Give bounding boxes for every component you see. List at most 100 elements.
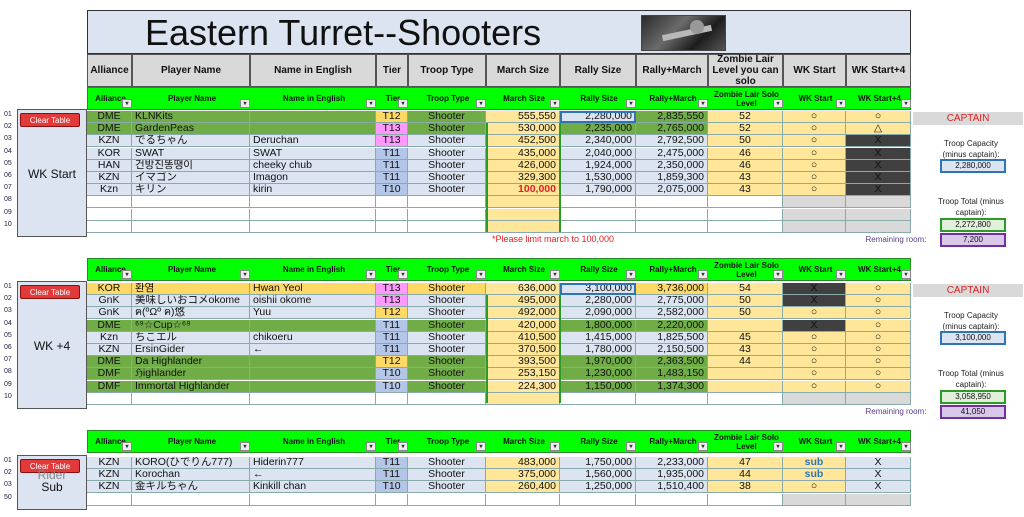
- cell-10[interactable]: ○: [846, 307, 911, 320]
- cell-8[interactable]: 54: [708, 283, 783, 295]
- cell-4[interactable]: [408, 220, 486, 233]
- filter-dropdown[interactable]: ▾: [698, 442, 708, 451]
- cell-6[interactable]: 2,340,000: [560, 135, 636, 148]
- cell-1[interactable]: ちこエル: [132, 331, 250, 344]
- filter-dropdown[interactable]: ▾: [550, 270, 560, 279]
- cell-10[interactable]: ○: [846, 111, 911, 123]
- cell-8[interactable]: 45: [708, 331, 783, 344]
- filter-dropdown[interactable]: ▾: [698, 270, 708, 279]
- cell-6[interactable]: 1,560,000: [560, 469, 636, 482]
- filter-dropdown[interactable]: ▾: [476, 270, 486, 279]
- cell-0[interactable]: DMF: [87, 380, 132, 393]
- cell-6[interactable]: 2,090,000: [560, 307, 636, 320]
- cell-7[interactable]: 2,582,000: [636, 307, 708, 320]
- cell-7[interactable]: [636, 493, 708, 506]
- cell-4[interactable]: Shooter: [408, 283, 486, 295]
- cell-9[interactable]: ○: [783, 172, 846, 184]
- cell-1[interactable]: [132, 392, 250, 405]
- cell-6[interactable]: [560, 392, 636, 405]
- cell-2[interactable]: [250, 208, 376, 221]
- cell-7[interactable]: 1,935,000: [636, 469, 708, 482]
- cell-3[interactable]: T11: [376, 319, 408, 332]
- cell-2[interactable]: Kinkill chan: [250, 481, 376, 494]
- cell-1[interactable]: でるちゃん: [132, 135, 250, 148]
- cell-1[interactable]: 金キルちゃん: [132, 481, 250, 494]
- cell-4[interactable]: Shooter: [408, 172, 486, 184]
- cell-0[interactable]: DMF: [87, 368, 132, 381]
- clear-table-button[interactable]: Clear Table: [20, 113, 80, 127]
- cell-3[interactable]: T10: [376, 380, 408, 393]
- cell-5[interactable]: 483,000: [486, 457, 560, 469]
- cell-0[interactable]: [87, 493, 132, 506]
- cell-9[interactable]: ○: [783, 331, 846, 344]
- filter-dropdown[interactable]: ▾: [122, 99, 132, 108]
- cell-6[interactable]: 1,415,000: [560, 331, 636, 344]
- cell-9[interactable]: ○: [783, 368, 846, 381]
- cell-1[interactable]: ⁶⁹☆Cup☆⁶⁹: [132, 319, 250, 332]
- cell-0[interactable]: KZN: [87, 469, 132, 482]
- cell-0[interactable]: DME: [87, 111, 132, 123]
- cell-5[interactable]: 375,000: [486, 469, 560, 482]
- filter-dropdown[interactable]: ▾: [398, 99, 408, 108]
- cell-4[interactable]: [408, 493, 486, 506]
- cell-10[interactable]: △: [846, 123, 911, 136]
- cell-6[interactable]: [560, 196, 636, 209]
- filter-dropdown[interactable]: ▾: [550, 442, 560, 451]
- cell-7[interactable]: 3,736,000: [636, 283, 708, 295]
- cell-2[interactable]: [250, 123, 376, 136]
- cell-6[interactable]: 1,780,000: [560, 344, 636, 356]
- cell-7[interactable]: 2,775,000: [636, 295, 708, 308]
- cell-3[interactable]: T12: [376, 307, 408, 320]
- filter-dropdown[interactable]: ▾: [698, 99, 708, 108]
- cell-5[interactable]: [486, 493, 560, 506]
- cell-2[interactable]: Yuu: [250, 307, 376, 320]
- cell-6[interactable]: [560, 220, 636, 233]
- filter-dropdown[interactable]: ▾: [240, 442, 250, 451]
- cell-10[interactable]: X: [846, 481, 911, 494]
- cell-10[interactable]: ○: [846, 283, 911, 295]
- cell-10[interactable]: [846, 493, 911, 506]
- cell-8[interactable]: 38: [708, 481, 783, 494]
- cell-8[interactable]: 50: [708, 307, 783, 320]
- cell-4[interactable]: Shooter: [408, 368, 486, 381]
- filter-dropdown[interactable]: ▾: [240, 270, 250, 279]
- cell-1[interactable]: [132, 220, 250, 233]
- cell-3[interactable]: [376, 220, 408, 233]
- cell-1[interactable]: 환염: [132, 283, 250, 295]
- cell-0[interactable]: KZN: [87, 172, 132, 184]
- cell-5[interactable]: 260,400: [486, 481, 560, 494]
- cell-9[interactable]: [783, 196, 846, 209]
- cell-3[interactable]: T13: [376, 135, 408, 148]
- cell-8[interactable]: [708, 392, 783, 405]
- cell-6[interactable]: 1,230,000: [560, 368, 636, 381]
- cell-4[interactable]: Shooter: [408, 307, 486, 320]
- cell-9[interactable]: ○: [783, 147, 846, 160]
- filter-dropdown[interactable]: ▾: [901, 442, 911, 451]
- filter-dropdown[interactable]: ▾: [366, 442, 376, 451]
- filter-dropdown[interactable]: ▾: [122, 442, 132, 451]
- cell-2[interactable]: [250, 220, 376, 233]
- cell-6[interactable]: 2,280,000: [560, 295, 636, 308]
- cell-7[interactable]: 2,363,500: [636, 356, 708, 369]
- cell-10[interactable]: X: [846, 469, 911, 482]
- cell-4[interactable]: Shooter: [408, 344, 486, 356]
- filter-dropdown[interactable]: ▾: [550, 99, 560, 108]
- cell-1[interactable]: Da Highlander: [132, 356, 250, 369]
- cell-0[interactable]: KOR: [87, 283, 132, 295]
- cell-9[interactable]: [783, 392, 846, 405]
- cell-7[interactable]: 1,859,300: [636, 172, 708, 184]
- cell-2[interactable]: ←: [250, 344, 376, 356]
- cell-2[interactable]: [250, 356, 376, 369]
- cell-0[interactable]: [87, 196, 132, 209]
- cell-8[interactable]: 43: [708, 184, 783, 197]
- filter-dropdown[interactable]: ▾: [476, 99, 486, 108]
- filter-dropdown[interactable]: ▾: [476, 442, 486, 451]
- cell-2[interactable]: Hwan Yeol: [250, 283, 376, 295]
- cell-7[interactable]: 1,825,500: [636, 331, 708, 344]
- cell-0[interactable]: KZN: [87, 344, 132, 356]
- cell-10[interactable]: ○: [846, 295, 911, 308]
- cell-5[interactable]: 555,550: [486, 111, 560, 123]
- cell-0[interactable]: Kzn: [87, 184, 132, 197]
- cell-6[interactable]: 1,800,000: [560, 319, 636, 332]
- filter-dropdown[interactable]: ▾: [366, 270, 376, 279]
